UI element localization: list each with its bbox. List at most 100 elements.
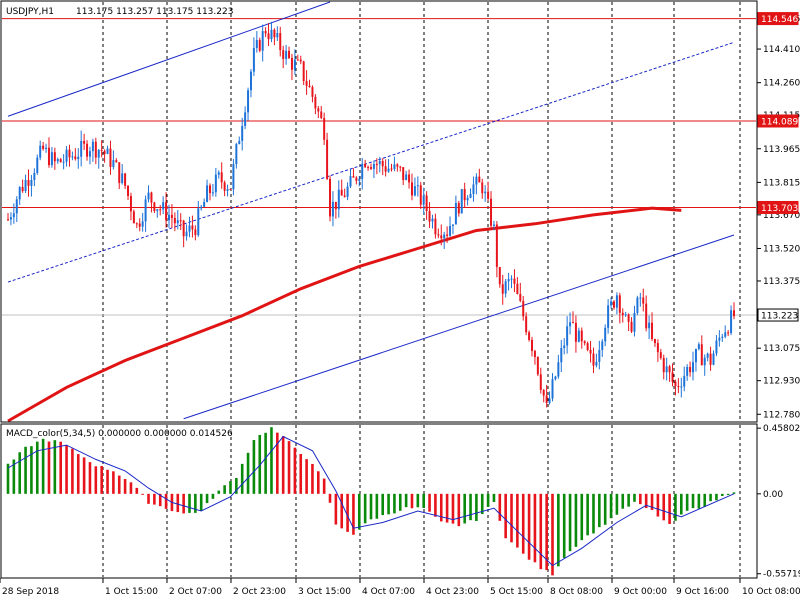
candle-body	[261, 31, 264, 51]
macd-histogram-bar	[533, 493, 537, 563]
candle-body	[288, 50, 291, 59]
candle-body	[182, 220, 185, 237]
macd-histogram-bar	[88, 462, 92, 494]
candle-body	[241, 126, 244, 141]
macd-histogram-bar	[328, 493, 332, 503]
macd-histogram-bar	[35, 441, 39, 494]
candle-body	[419, 185, 422, 205]
candle-body	[24, 180, 27, 192]
candle-body	[358, 178, 361, 181]
candle-body	[235, 144, 238, 165]
candle-body	[536, 357, 539, 375]
candle-body	[656, 343, 659, 353]
candle-body	[7, 219, 9, 221]
candle-body	[153, 202, 156, 211]
y-tick-label: 113.965	[763, 145, 800, 155]
macd-histogram-bar	[539, 493, 543, 570]
candle-body	[132, 211, 135, 224]
candle-body	[109, 148, 112, 167]
macd-histogram-bar	[521, 493, 525, 554]
candle-body	[396, 164, 399, 167]
macd-histogram-bar	[621, 493, 625, 509]
candle-body	[627, 314, 630, 322]
macd-histogram-bar	[129, 482, 133, 494]
candle-body	[326, 139, 329, 179]
candle-body	[422, 195, 425, 205]
candle-body	[730, 310, 733, 334]
candle-body	[621, 312, 624, 316]
candle-body	[545, 395, 548, 403]
macd-histogram-bar	[375, 493, 379, 519]
candle-body	[624, 314, 627, 316]
macd-histogram-bar	[6, 463, 10, 494]
candle-body	[317, 108, 320, 112]
candle-body	[91, 141, 94, 152]
candle-body	[179, 220, 182, 222]
candle-body	[36, 157, 39, 173]
candle-body	[305, 81, 308, 86]
candle-body	[88, 151, 91, 157]
macd-histogram-bar	[709, 493, 712, 502]
macd-histogram-bar	[199, 493, 203, 511]
candle-body	[428, 210, 431, 222]
candle-body	[463, 189, 466, 201]
macd-histogram-bar	[317, 471, 320, 494]
macd-histogram-bar	[720, 493, 724, 496]
macd-histogram-bar	[217, 490, 221, 494]
macd-histogram-bar	[117, 475, 121, 494]
candle-body	[21, 187, 24, 192]
macd-histogram-bar	[562, 493, 566, 558]
x-tick-label: 10 Oct 08:00	[742, 587, 800, 597]
candle-body	[270, 29, 273, 40]
candle-body	[692, 362, 695, 373]
candle-body	[375, 163, 378, 165]
macd-histogram-bar	[592, 493, 595, 534]
candle-body	[390, 168, 393, 170]
candle-body	[144, 199, 147, 222]
candle-body	[138, 223, 141, 227]
candle-body	[569, 322, 572, 327]
macd-histogram-bar	[603, 493, 607, 525]
candle-body	[349, 176, 352, 187]
candle-body	[566, 326, 569, 346]
candle-body	[331, 201, 334, 217]
macd-histogram-bar	[188, 493, 191, 513]
macd-histogram-bar	[697, 493, 701, 509]
macd-histogram-bar	[434, 493, 437, 517]
candle-body	[393, 164, 396, 169]
candle-body	[443, 234, 446, 239]
candle-body	[364, 163, 367, 168]
candle-body	[677, 386, 680, 388]
candle-body	[703, 357, 706, 366]
candle-body	[469, 193, 472, 198]
candle-body	[639, 297, 642, 299]
candle-body	[413, 186, 416, 196]
candle-body	[159, 209, 162, 211]
candle-body	[290, 58, 293, 70]
candle-body	[208, 185, 211, 194]
macd-histogram-bar	[398, 493, 402, 511]
macd-histogram-bar	[59, 441, 62, 494]
candle-body	[361, 163, 364, 179]
candle-body	[721, 336, 724, 338]
candle-body	[165, 202, 168, 221]
candle-body	[516, 283, 519, 295]
candle-body	[329, 178, 332, 217]
candle-body	[217, 172, 220, 175]
macd-histogram-bar	[639, 493, 642, 505]
candle-body	[86, 143, 89, 157]
candle-body	[244, 112, 247, 127]
macd-histogram-bar	[334, 493, 338, 525]
candle-body	[662, 357, 665, 373]
candle-body	[121, 173, 124, 183]
candle-body	[715, 340, 718, 354]
candle-body	[355, 177, 358, 181]
candle-body	[528, 332, 531, 340]
candle-body	[607, 305, 610, 328]
candle-body	[170, 214, 173, 218]
candle-body	[293, 59, 296, 70]
candle-body	[56, 159, 59, 162]
macd-histogram-bar	[469, 493, 472, 521]
candle-body	[59, 159, 62, 163]
x-tick-label: 28 Sep 2018	[2, 587, 59, 597]
